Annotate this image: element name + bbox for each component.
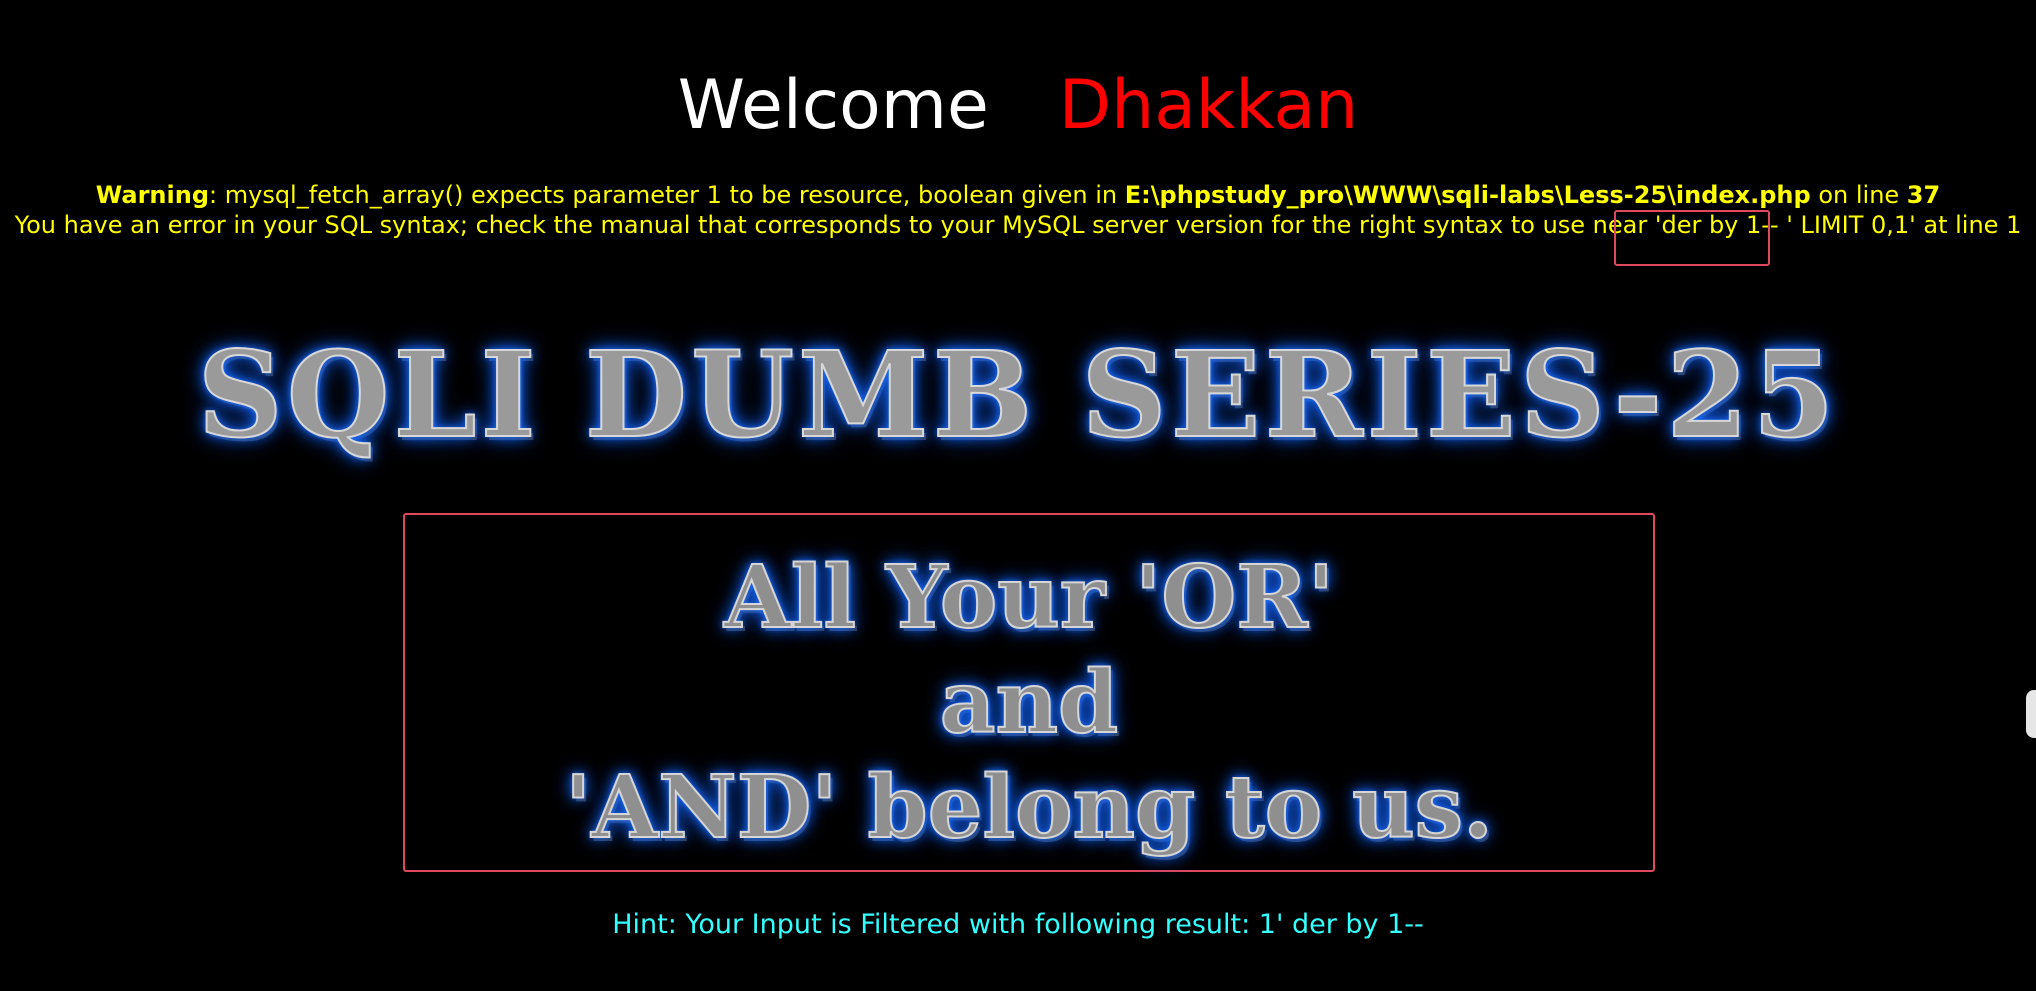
slogan-line-1: All Your 'OR' [723, 547, 1335, 648]
warning-label: Warning [95, 181, 210, 209]
error-highlight-annotation [1614, 210, 1770, 266]
slogan-box: All Your 'OR' and 'AND' belong to us. [403, 513, 1655, 872]
warning-line-prefix: on line [1810, 181, 1907, 209]
warning-message: : mysql_fetch_array() expects parameter … [209, 181, 1125, 209]
warning-file-path: E:\phpstudy_pro\WWW\sqli-labs\Less-25\in… [1124, 181, 1811, 209]
filter-hint: Hint: Your Input is Filtered with follow… [612, 909, 1424, 940]
side-panel-handle[interactable] [2026, 690, 2036, 738]
series-banner-title: SQLI DUMB SERIES-25 [197, 325, 1839, 464]
slogan-line-2: and [939, 652, 1119, 753]
welcome-name: Dhakkan [1058, 66, 1359, 145]
slogan-line-3: 'AND' belong to us. [564, 757, 1494, 858]
php-warning: Warning: mysql_fetch_array() expects par… [0, 180, 2036, 210]
welcome-heading: Welcome Dhakkan [0, 66, 2036, 146]
warning-line-number: 37 [1906, 181, 1941, 209]
welcome-text: Welcome [677, 66, 989, 145]
